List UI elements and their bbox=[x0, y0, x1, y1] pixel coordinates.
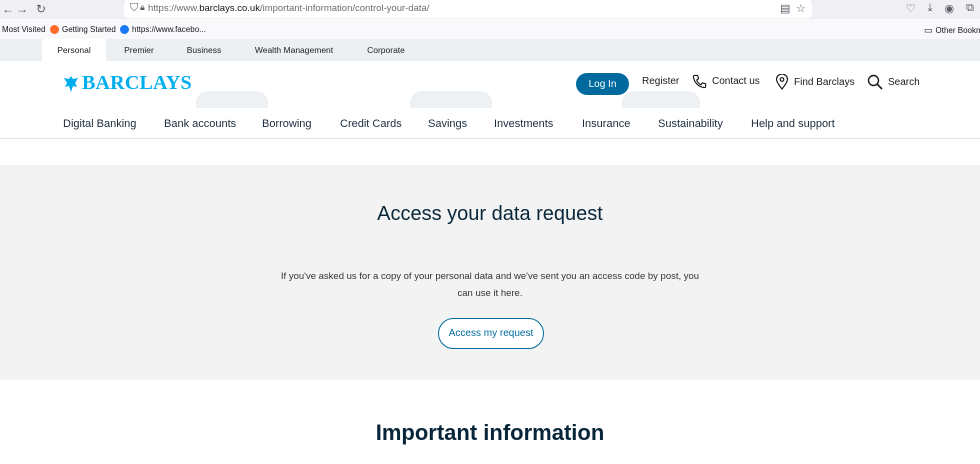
access-my-request-button[interactable]: Access my request bbox=[438, 318, 544, 349]
audience-tabs: Personal Premier Business Wealth Managem… bbox=[0, 39, 980, 61]
extensions-icon[interactable]: ⧉ bbox=[966, 2, 974, 15]
tab-personal[interactable]: Personal bbox=[42, 39, 106, 61]
request-title: Access your data request bbox=[377, 203, 603, 225]
barclays-logo[interactable]: BARCLAYS bbox=[63, 72, 192, 95]
register-link[interactable]: Register bbox=[642, 76, 679, 87]
bookmark-most-visited[interactable]: Most Visited bbox=[2, 25, 45, 34]
account-icon[interactable]: ◉ bbox=[945, 2, 955, 15]
browser-toolbar: ← → ↻ ⛉ 🔒︎ https://www.barclays.co.uk/im… bbox=[0, 0, 980, 19]
facebook-icon bbox=[120, 25, 129, 34]
download-icon[interactable]: ⤓ bbox=[928, 2, 933, 15]
bookmark-other[interactable]: ▭ Other Bookma bbox=[924, 25, 980, 36]
nav-bank-accounts[interactable]: Bank accounts bbox=[164, 118, 236, 130]
contact-us-link[interactable]: Contact us bbox=[692, 74, 760, 89]
nav-insurance[interactable]: Insurance bbox=[582, 118, 630, 130]
tab-wealth-management[interactable]: Wealth Management bbox=[244, 39, 344, 61]
reader-mode-icon[interactable]: ▤ bbox=[780, 2, 790, 15]
nav-credit-cards[interactable]: Credit Cards bbox=[340, 118, 402, 130]
nav-borrowing[interactable]: Borrowing bbox=[262, 118, 312, 130]
logo-text: BARCLAYS bbox=[82, 72, 192, 94]
folder-icon: ▭ bbox=[924, 25, 933, 35]
tab-business[interactable]: Business bbox=[176, 39, 232, 61]
bookmark-star-icon[interactable]: ☆ bbox=[796, 2, 806, 15]
url-text[interactable]: https://www.barclays.co.uk/important-inf… bbox=[148, 3, 429, 14]
bookmarks-bar: Most Visited Getting Started https://www… bbox=[0, 19, 980, 39]
request-description: If you've asked us for a copy of your pe… bbox=[280, 271, 700, 299]
tab-premier[interactable]: Premier bbox=[112, 39, 166, 61]
find-barclays-link[interactable]: Find Barclays bbox=[775, 74, 855, 90]
bookmark-facebook[interactable]: https://www.facebo... bbox=[120, 25, 206, 34]
main-navigation: Digital Banking Bank accounts Borrowing … bbox=[0, 108, 980, 139]
reload-icon[interactable]: ↻ bbox=[36, 2, 46, 16]
nav-help-and-support[interactable]: Help and support bbox=[751, 118, 835, 130]
forward-icon[interactable]: → bbox=[16, 2, 28, 16]
shield-icon[interactable]: ⛉ bbox=[130, 2, 138, 15]
data-request-section: Access your data request If you've asked… bbox=[0, 165, 980, 380]
important-information-heading: Important information bbox=[375, 420, 605, 445]
lock-icon[interactable]: 🔒︎ bbox=[140, 2, 145, 13]
back-icon[interactable]: ← bbox=[2, 2, 14, 16]
phone-icon bbox=[692, 74, 707, 89]
location-pin-icon bbox=[775, 74, 789, 90]
firefox-icon bbox=[50, 25, 59, 34]
nav-digital-banking[interactable]: Digital Banking bbox=[63, 118, 136, 130]
eagle-icon bbox=[64, 75, 78, 92]
tab-corporate[interactable]: Corporate bbox=[356, 39, 416, 61]
nav-savings[interactable]: Savings bbox=[428, 118, 467, 130]
login-button[interactable]: Log In bbox=[576, 73, 629, 95]
address-bar[interactable]: ⛉ 🔒︎ https://www.barclays.co.uk/importan… bbox=[124, 0, 812, 18]
nav-investments[interactable]: Investments bbox=[494, 118, 553, 130]
search-icon bbox=[867, 74, 883, 90]
search-link[interactable]: Search bbox=[867, 74, 920, 90]
pocket-icon[interactable]: ♡ bbox=[906, 2, 916, 15]
site-header: BARCLAYS Log In Register Contact us Find… bbox=[0, 61, 980, 108]
bookmark-getting-started[interactable]: Getting Started bbox=[50, 25, 116, 34]
nav-sustainability[interactable]: Sustainability bbox=[658, 118, 723, 130]
